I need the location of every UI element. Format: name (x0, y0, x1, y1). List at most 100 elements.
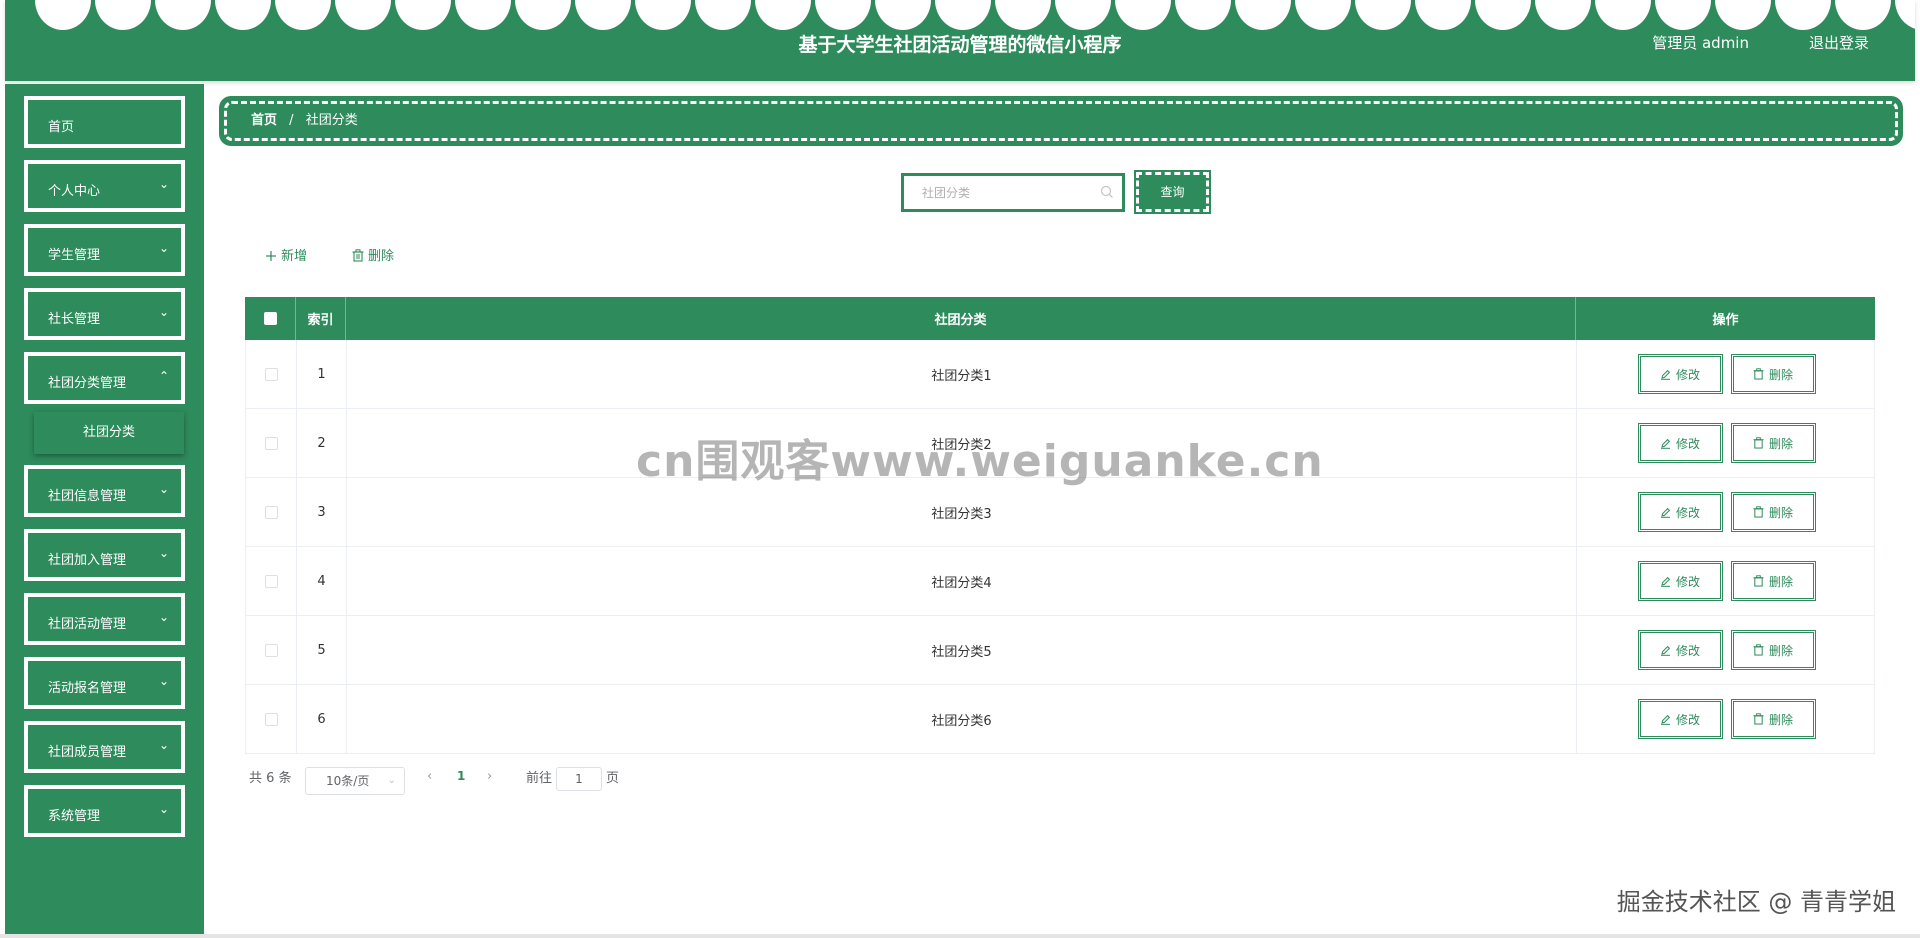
add-button[interactable]: 新增 (265, 245, 307, 264)
chevron-down-icon: ⌄ (158, 177, 169, 191)
delete-button[interactable]: 删除 (1730, 354, 1816, 394)
header-scallop (1175, 0, 1231, 30)
header-operations: 操作 (1575, 297, 1875, 340)
sidebar-item-club-category-management[interactable]: 社团分类管理 ⌃ (24, 352, 185, 404)
row-checkbox-cell (246, 478, 296, 546)
sidebar-subitem-club-category[interactable]: 社团分类 (34, 412, 184, 454)
header-scallop-decoration (5, 0, 1915, 32)
trash-icon (1753, 437, 1764, 449)
breadcrumb-home-link[interactable]: 首页 (251, 113, 277, 128)
current-page-number[interactable]: 1 (457, 769, 465, 783)
edit-icon (1660, 438, 1671, 449)
next-page-button[interactable]: › (487, 769, 492, 784)
prev-page-button[interactable]: ‹ (427, 769, 432, 784)
row-index: 1 (296, 340, 346, 408)
row-checkbox[interactable] (264, 574, 278, 588)
header-scallop (1295, 0, 1351, 30)
row-category-name: 社团分类6 (346, 685, 1576, 753)
delete-button-label: 删除 (1768, 574, 1793, 589)
table-row: 6 社团分类6 修改 删除 (245, 685, 1875, 754)
header-scallop (35, 0, 91, 30)
sidebar-item-club-join-management[interactable]: 社团加入管理 ⌄ (24, 529, 185, 581)
bulk-delete-label: 删除 (368, 249, 395, 264)
header-scallop (275, 0, 331, 30)
breadcrumb-inner: 首页 / 社团分类 (224, 101, 1898, 141)
sidebar-item-club-activity-management[interactable]: 社团活动管理 ⌄ (24, 593, 185, 645)
page-size-select[interactable]: 10条/页 ⌄ (305, 767, 405, 795)
header-scallop (995, 0, 1051, 30)
select-all-checkbox[interactable] (263, 312, 277, 325)
delete-button[interactable]: 删除 (1730, 699, 1816, 739)
plus-icon (266, 251, 276, 261)
chevron-down-icon: ⌄ (158, 610, 169, 624)
delete-button[interactable]: 删除 (1730, 630, 1816, 670)
delete-button-label: 删除 (1768, 436, 1793, 451)
goto-label: 前往 (526, 771, 553, 786)
header-scallop (1775, 0, 1831, 30)
delete-button[interactable]: 删除 (1730, 561, 1816, 601)
delete-button-label: 删除 (1768, 643, 1793, 658)
table-row: 1 社团分类1 修改 删除 (245, 340, 1875, 409)
edit-button[interactable]: 修改 (1637, 423, 1723, 463)
row-index: 4 (296, 547, 346, 615)
header-scallop (335, 0, 391, 30)
row-checkbox-cell (246, 685, 296, 753)
sidebar-item-label: 个人中心 (48, 184, 101, 199)
header-scallop (695, 0, 751, 30)
row-index: 5 (296, 616, 346, 684)
sidebar-item-club-member-management[interactable]: 社团成员管理 ⌄ (24, 721, 185, 773)
breadcrumb-separator: / (289, 113, 294, 128)
bulk-delete-button[interactable]: 删除 (352, 245, 394, 264)
sidebar-item-president-management[interactable]: 社长管理 ⌄ (24, 288, 185, 340)
edit-icon (1660, 645, 1671, 656)
header-scallop (155, 0, 211, 30)
sidebar-item-label: 社团加入管理 (48, 553, 127, 568)
edit-icon (1660, 714, 1671, 725)
trash-icon (1753, 575, 1764, 587)
sidebar-item-student-management[interactable]: 学生管理 ⌄ (24, 224, 185, 276)
edit-button[interactable]: 修改 (1637, 630, 1723, 670)
sidebar-item-label: 学生管理 (48, 248, 101, 263)
sidebar-item-club-info-management[interactable]: 社团信息管理 ⌄ (24, 465, 185, 517)
sidebar-item-system-management[interactable]: 系统管理 ⌄ (24, 785, 185, 837)
row-category-name: 社团分类1 (346, 340, 1576, 408)
row-checkbox[interactable] (264, 712, 278, 726)
row-checkbox[interactable] (264, 643, 278, 657)
row-checkbox-cell (246, 547, 296, 615)
goto-page-input[interactable] (556, 767, 602, 791)
sidebar-item-home[interactable]: 首页 (24, 96, 185, 148)
chevron-down-icon: ⌄ (158, 305, 169, 319)
row-operations: 修改 删除 (1576, 616, 1876, 684)
trash-icon (1753, 368, 1764, 380)
edit-button[interactable]: 修改 (1637, 561, 1723, 601)
header-scallop (1055, 0, 1111, 30)
edit-button[interactable]: 修改 (1637, 492, 1723, 532)
sidebar-item-personal-center[interactable]: 个人中心 ⌄ (24, 160, 185, 212)
row-checkbox[interactable] (264, 436, 278, 450)
delete-button[interactable]: 删除 (1730, 492, 1816, 532)
edit-button-label: 修改 (1675, 712, 1700, 727)
header-scallop (1715, 0, 1771, 30)
watermark-text: cn围观客www.weiguanke.cn (636, 436, 1324, 487)
edit-button[interactable]: 修改 (1637, 699, 1723, 739)
edit-icon (1660, 369, 1671, 380)
row-operations: 修改 删除 (1576, 547, 1876, 615)
header-scallop (1535, 0, 1591, 30)
header-scallop (1655, 0, 1711, 30)
sidebar-item-activity-signup-management[interactable]: 活动报名管理 ⌄ (24, 657, 185, 709)
row-category-name: 社团分类4 (346, 547, 1576, 615)
logout-link[interactable]: 退出登录 (1809, 32, 1869, 53)
edit-button[interactable]: 修改 (1637, 354, 1723, 394)
delete-button-label: 删除 (1768, 367, 1793, 382)
sidebar: 首页 个人中心 ⌄ 学生管理 ⌄ 社长管理 ⌄ 社团分类管理 ⌃ 社团分类 社团… (5, 84, 204, 934)
delete-button-label: 删除 (1768, 505, 1793, 520)
row-checkbox[interactable] (264, 505, 278, 519)
row-checkbox-cell (246, 409, 296, 477)
row-category-name: 社团分类5 (346, 616, 1576, 684)
row-operations: 修改 删除 (1576, 685, 1876, 753)
row-checkbox[interactable] (264, 367, 278, 381)
search-input[interactable] (910, 180, 1100, 206)
query-button[interactable]: 查询 (1134, 170, 1211, 214)
delete-button[interactable]: 删除 (1730, 423, 1816, 463)
sidebar-item-label: 社团活动管理 (48, 617, 127, 632)
